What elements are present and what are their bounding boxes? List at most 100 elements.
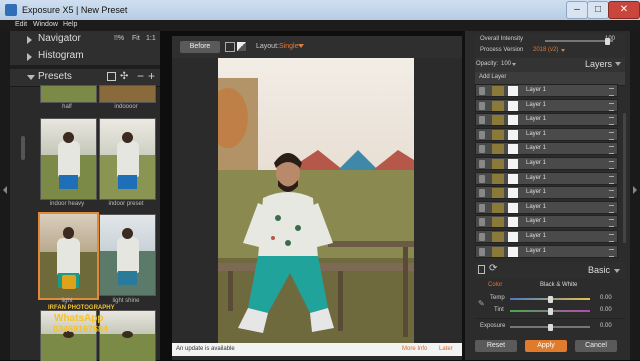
compare-icon[interactable] bbox=[237, 42, 246, 51]
panel-icon[interactable] bbox=[478, 265, 485, 274]
add-preset-button[interactable]: + bbox=[148, 69, 155, 83]
menu-edit[interactable]: Edit bbox=[15, 21, 27, 28]
layer-row[interactable]: Layer 1 bbox=[475, 186, 618, 200]
presets-scrollbar[interactable] bbox=[21, 136, 25, 160]
collapse-left-icon[interactable] bbox=[3, 186, 7, 194]
close-button[interactable]: ✕ bbox=[608, 1, 640, 19]
layer-row[interactable]: Layer 1 bbox=[475, 171, 618, 185]
before-button[interactable]: Before bbox=[180, 41, 220, 53]
visibility-icon[interactable] bbox=[479, 101, 485, 110]
layer-menu-icon[interactable] bbox=[609, 88, 614, 96]
opacity-value[interactable]: 100 bbox=[501, 61, 511, 67]
minimize-button[interactable]: – bbox=[566, 1, 588, 19]
layer-menu-icon[interactable] bbox=[609, 131, 614, 140]
layer-menu-icon[interactable] bbox=[609, 175, 614, 184]
process-version-select[interactable]: 2018 (v2) bbox=[533, 47, 558, 53]
color-tab[interactable]: Color bbox=[488, 282, 502, 288]
more-info-link[interactable]: More Info bbox=[402, 346, 427, 352]
layer-mask[interactable] bbox=[508, 144, 518, 155]
menu-window[interactable]: Window bbox=[33, 21, 58, 28]
right-collapse-strip[interactable] bbox=[630, 31, 640, 360]
layer-row[interactable]: Layer 1 bbox=[475, 200, 618, 214]
preset-thumb[interactable] bbox=[99, 310, 156, 361]
layer-mask[interactable] bbox=[508, 217, 518, 228]
layers-scrollbar[interactable] bbox=[623, 113, 626, 243]
chevron-down-icon[interactable] bbox=[614, 269, 620, 273]
layer-menu-icon[interactable] bbox=[609, 248, 614, 257]
visibility-icon[interactable] bbox=[479, 87, 485, 95]
exposure-value[interactable]: 0.00 bbox=[600, 323, 612, 329]
cancel-button[interactable]: Cancel bbox=[575, 340, 617, 352]
visibility-icon[interactable] bbox=[479, 160, 485, 168]
menu-help[interactable]: Help bbox=[63, 21, 77, 28]
layer-menu-icon[interactable] bbox=[609, 190, 614, 199]
chevron-down-icon[interactable] bbox=[512, 63, 516, 66]
refresh-icon[interactable]: ⟳ bbox=[489, 263, 497, 274]
layer-mask[interactable] bbox=[508, 173, 518, 184]
layer-menu-icon[interactable] bbox=[609, 146, 614, 155]
collapse-right-icon[interactable] bbox=[633, 186, 637, 194]
temp-value[interactable]: 0.00 bbox=[600, 295, 612, 301]
temp-slider[interactable] bbox=[510, 296, 590, 303]
layer-mask[interactable] bbox=[508, 202, 518, 213]
tint-slider[interactable] bbox=[510, 308, 590, 315]
layer-row[interactable]: Layer 1 bbox=[475, 142, 618, 156]
left-collapse-strip[interactable] bbox=[0, 31, 10, 360]
visibility-icon[interactable] bbox=[479, 130, 485, 139]
layer-row[interactable]: Layer 1 bbox=[475, 157, 618, 170]
exposure-slider[interactable] bbox=[510, 324, 590, 331]
visibility-icon[interactable] bbox=[479, 247, 485, 256]
visibility-icon[interactable] bbox=[479, 203, 485, 212]
visibility-icon[interactable] bbox=[479, 174, 485, 183]
visibility-icon[interactable] bbox=[479, 189, 485, 198]
layer-menu-icon[interactable] bbox=[609, 161, 614, 169]
apply-button[interactable]: Apply bbox=[525, 340, 567, 352]
grid-view-icon[interactable] bbox=[107, 72, 116, 81]
visibility-icon[interactable] bbox=[479, 145, 485, 154]
maximize-button[interactable]: □ bbox=[587, 1, 609, 19]
preset-thumb-indoor-heavy[interactable] bbox=[40, 118, 97, 200]
visibility-icon[interactable] bbox=[479, 218, 485, 227]
layer-mask[interactable] bbox=[508, 188, 518, 199]
slider-knob[interactable] bbox=[548, 296, 553, 303]
layer-row[interactable]: Layer 1 bbox=[475, 98, 618, 112]
layer-menu-icon[interactable] bbox=[609, 204, 614, 213]
slider-knob[interactable] bbox=[548, 308, 553, 315]
preset-thumb-indoooor[interactable] bbox=[99, 85, 156, 103]
fullscreen-icon[interactable]: ✣ bbox=[120, 71, 128, 82]
layer-mask[interactable] bbox=[508, 232, 518, 242]
preset-thumb-light-shine[interactable] bbox=[99, 214, 156, 296]
overall-intensity-value[interactable]: 100 bbox=[605, 36, 615, 42]
chevron-down-icon[interactable] bbox=[561, 49, 565, 52]
eyedropper-icon[interactable]: ✎ bbox=[478, 299, 485, 308]
layer-mask[interactable] bbox=[508, 129, 518, 140]
preset-thumb-indoor-preset[interactable] bbox=[99, 118, 156, 200]
layer-mask[interactable] bbox=[508, 86, 518, 96]
bw-tab[interactable]: Black & White bbox=[540, 282, 577, 288]
fit-button[interactable]: Fit bbox=[132, 35, 140, 42]
layer-row[interactable]: Layer 1 bbox=[475, 84, 618, 97]
chevron-down-icon[interactable] bbox=[615, 62, 621, 66]
visibility-icon[interactable] bbox=[479, 233, 485, 241]
layer-row[interactable]: Layer 1 bbox=[475, 113, 618, 127]
split-view-icon[interactable] bbox=[225, 42, 235, 52]
layer-row[interactable]: Layer 1 bbox=[475, 127, 618, 141]
reset-button[interactable]: Reset bbox=[475, 340, 517, 352]
layer-row[interactable]: Layer 1 bbox=[475, 230, 618, 243]
slider-knob[interactable] bbox=[548, 324, 553, 331]
layer-menu-icon[interactable] bbox=[609, 102, 614, 111]
histogram-header[interactable]: Histogram bbox=[10, 48, 160, 66]
remove-preset-button[interactable]: − bbox=[137, 69, 144, 83]
layer-mask[interactable] bbox=[508, 246, 518, 257]
visibility-icon[interactable] bbox=[479, 116, 485, 125]
overall-intensity-slider[interactable] bbox=[545, 38, 613, 45]
later-link[interactable]: Later bbox=[439, 346, 453, 352]
layer-row[interactable]: Layer 1 bbox=[475, 244, 618, 258]
layer-menu-icon[interactable] bbox=[609, 117, 614, 126]
preset-thumb-half[interactable] bbox=[40, 85, 97, 103]
layer-menu-icon[interactable] bbox=[609, 234, 614, 242]
layer-mask[interactable] bbox=[508, 115, 518, 126]
chevron-down-icon[interactable] bbox=[298, 44, 304, 48]
layer-mask[interactable] bbox=[508, 100, 518, 111]
navigator-header[interactable]: Navigator !!% Fit 1:1 bbox=[10, 31, 160, 49]
